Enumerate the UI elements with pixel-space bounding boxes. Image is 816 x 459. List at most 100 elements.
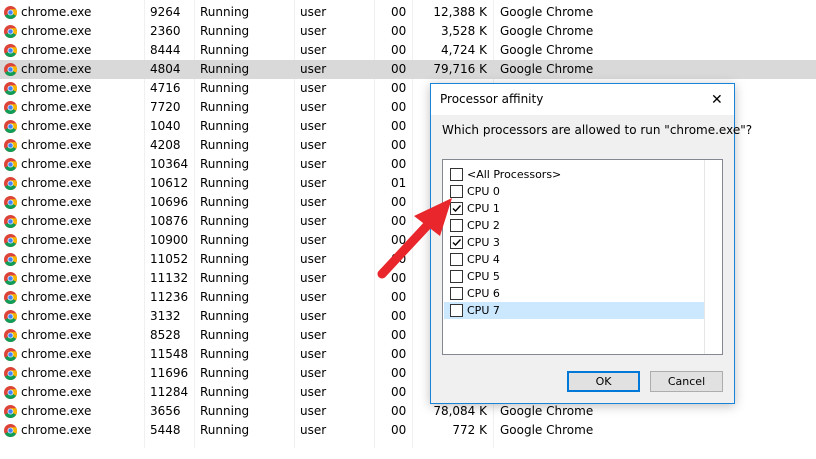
checkbox[interactable] [450,287,463,300]
cpu-list-item[interactable]: CPU 5 [444,268,706,285]
process-name: chrome.exe [21,119,92,133]
cpu-list-item[interactable]: CPU 4 [444,251,706,268]
cpu-label: CPU 3 [467,236,500,249]
ok-button[interactable]: OK [567,371,640,392]
process-name: chrome.exe [21,43,92,57]
process-status: Running [200,328,250,342]
process-name: chrome.exe [21,347,92,361]
process-memory: 12,388 K [433,5,487,19]
process-user: user [300,138,327,152]
process-status: Running [200,5,250,19]
process-user: user [300,385,327,399]
process-pid: 5448 [150,423,181,437]
process-name: chrome.exe [21,366,92,380]
process-cpu: 00 [391,404,407,418]
process-pid: 2360 [150,24,181,38]
chrome-icon [4,120,18,134]
process-pid: 10696 [150,195,189,209]
cpu-list-item[interactable]: CPU 0 [444,183,706,200]
cpu-list-item[interactable]: CPU 7 [444,302,706,319]
process-name: chrome.exe [21,385,92,399]
cpu-label: CPU 5 [467,270,500,283]
process-cpu: 00 [391,138,407,152]
dialog-titlebar[interactable]: Processor affinity ✕ [431,84,734,115]
table-row[interactable]: chrome.exe 9264 Running user 00 12,388 K Googl… [0,3,816,22]
process-name: chrome.exe [21,309,92,323]
cpu-list-item[interactable]: <All Processors> [444,166,706,183]
chrome-icon [4,196,18,210]
process-user: user [300,157,327,171]
process-pid: 4208 [150,138,181,152]
process-user: user [300,271,327,285]
process-description: Google Chrome [500,423,594,437]
process-user: user [300,43,327,57]
process-cpu: 00 [391,43,407,57]
chrome-icon [4,25,18,39]
process-user: user [300,347,327,361]
cpu-list-item[interactable]: CPU 1 [444,200,706,217]
process-name: chrome.exe [21,100,92,114]
process-cpu: 00 [391,100,407,114]
chrome-icon [4,386,18,400]
process-status: Running [200,404,250,418]
process-pid: 10364 [150,157,189,171]
process-cpu: 00 [391,385,407,399]
process-status: Running [200,252,250,266]
process-pid: 11132 [150,271,189,285]
chrome-icon [4,272,18,286]
process-cpu: 00 [391,81,407,95]
table-row[interactable] [0,440,816,459]
cancel-button[interactable]: Cancel [650,371,723,392]
process-status: Running [200,385,250,399]
close-button[interactable]: ✕ [700,84,734,115]
process-status: Running [200,119,250,133]
process-name: chrome.exe [21,195,92,209]
process-memory: 78,084 K [433,404,487,418]
process-name: chrome.exe [21,423,92,437]
process-status: Running [200,43,250,57]
table-row[interactable]: chrome.exe 5448 Running user 00 772 K Google C… [0,421,816,440]
table-row[interactable]: chrome.exe 8444 Running user 00 4,724 K Google… [0,41,816,60]
process-memory: 772 K [452,423,487,437]
cpu-label: CPU 2 [467,219,500,232]
table-row[interactable]: chrome.exe 4804 Running user 00 79,716 K Googl… [0,60,816,79]
process-name: chrome.exe [21,81,92,95]
process-user: user [300,366,327,380]
cpu-label: CPU 4 [467,253,500,266]
process-user: user [300,119,327,133]
process-name: chrome.exe [21,138,92,152]
chrome-icon [4,82,18,96]
processor-affinity-dialog: Processor affinity ✕ Which processors ar… [430,83,752,404]
chrome-icon [4,424,18,438]
process-name: chrome.exe [21,5,92,19]
chrome-icon [4,329,18,343]
chrome-icon [4,101,18,115]
chrome-icon [4,177,18,191]
process-status: Running [200,271,250,285]
process-pid: 3132 [150,309,181,323]
process-memory: 79,716 K [433,62,487,76]
process-memory: 3,528 K [440,24,487,38]
checkbox[interactable] [450,168,463,181]
process-name: chrome.exe [21,233,92,247]
process-cpu: 00 [391,157,407,171]
processor-list[interactable]: <All Processors> CPU 0 CPU 1 CPU 2 CPU 3 CPU … [442,159,723,355]
dialog-title: Processor affinity [440,92,544,106]
cpu-list-item[interactable]: CPU 6 [444,285,706,302]
process-cpu: 00 [391,5,407,19]
process-user: user [300,290,327,304]
process-name: chrome.exe [21,404,92,418]
table-row[interactable]: chrome.exe 3656 Running user 00 78,084 K Googl… [0,402,816,421]
process-user: user [300,176,327,190]
cpu-list-item[interactable]: CPU 3 [444,234,706,251]
process-name: chrome.exe [21,290,92,304]
process-pid: 11548 [150,347,189,361]
process-pid: 8444 [150,43,181,57]
process-name: chrome.exe [21,157,92,171]
table-row[interactable]: chrome.exe 2360 Running user 00 3,528 K Google… [0,22,816,41]
checkbox[interactable] [450,304,463,317]
cpu-list-item[interactable]: CPU 2 [444,217,706,234]
process-name: chrome.exe [21,252,92,266]
process-cpu: 00 [391,366,407,380]
process-status: Running [200,423,250,437]
